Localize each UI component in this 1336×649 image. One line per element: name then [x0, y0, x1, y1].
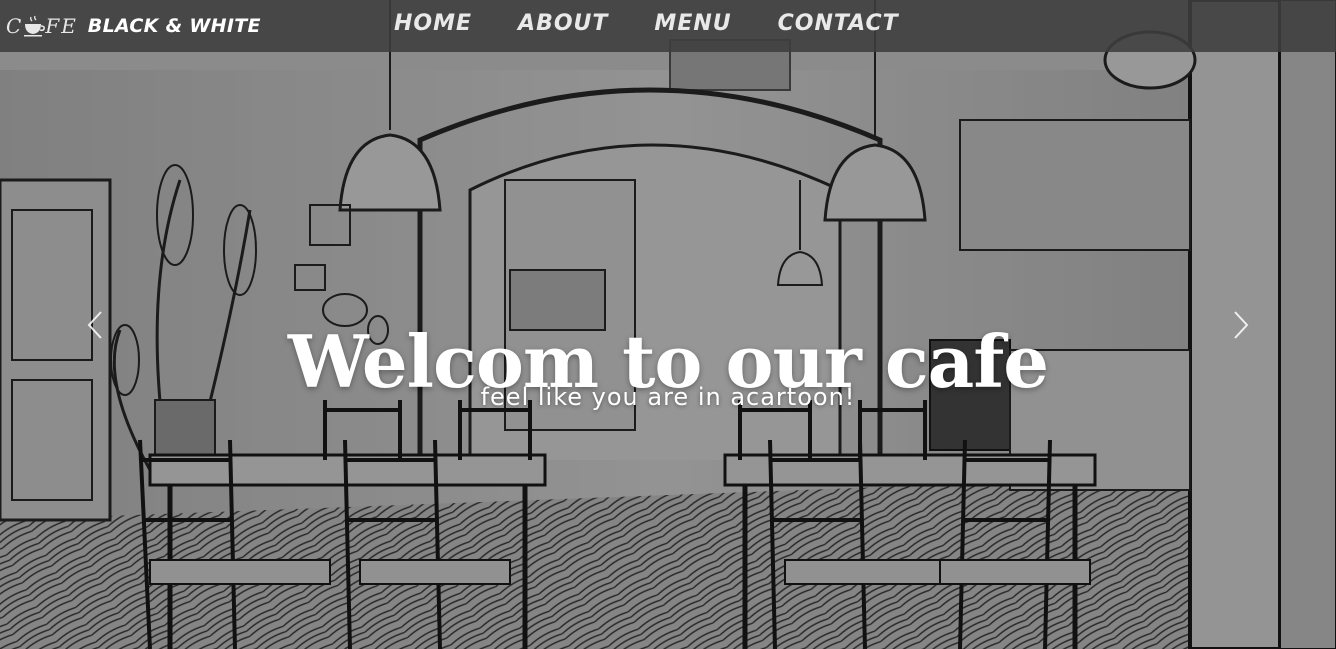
brand-logo[interactable]: C FE BLACK & WHITE	[6, 10, 261, 42]
hero-subtitle: feel like you are in acartoon!	[480, 383, 856, 411]
logo-cafe-mark: C FE	[6, 14, 78, 38]
nav-link-home[interactable]: HOME	[394, 8, 495, 40]
chevron-right-icon	[1234, 311, 1249, 339]
nav-menu: HOME ABOUT MENU CONTACT	[394, 8, 922, 40]
nav-link-contact[interactable]: CONTACT	[755, 8, 922, 40]
nav-link-menu[interactable]: MENU	[631, 8, 754, 40]
logo-name: BLACK & WHITE	[87, 15, 261, 37]
nav-link-about[interactable]: ABOUT	[495, 8, 631, 40]
coffee-cup-icon	[24, 15, 46, 37]
carousel-prev-button[interactable]	[80, 305, 110, 345]
chevron-left-icon	[87, 311, 102, 339]
carousel-next-button[interactable]	[1226, 305, 1256, 345]
navbar: C FE BLACK & WHITE HOME ABOUT MENU CONTA…	[0, 0, 1336, 52]
